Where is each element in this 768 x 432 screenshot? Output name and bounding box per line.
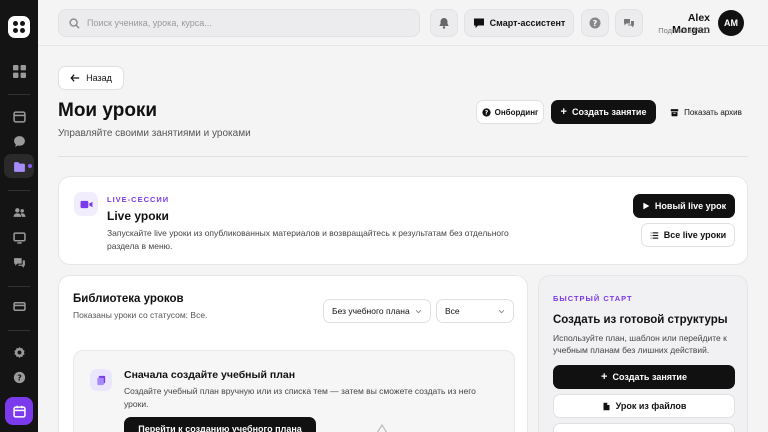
show-archive-button[interactable]: Показать архив (664, 100, 748, 124)
quick-start-title: Создать из готовой структуры (553, 314, 728, 326)
search-icon (69, 18, 80, 29)
empty-state-description: Создайте учебный план вручную или из спи… (124, 386, 476, 409)
app-logo[interactable] (8, 16, 30, 38)
back-button[interactable]: Назад (58, 66, 124, 90)
quick-start-description: Используйте план, шаблон или перейдите к… (553, 333, 727, 355)
all-live-lessons-label: Все live уроки (663, 230, 727, 240)
active-indicator (28, 164, 32, 168)
create-lesson-button[interactable]: + Создать занятие (551, 100, 656, 124)
plus-icon: + (601, 371, 608, 383)
show-archive-label: Показать архив (684, 107, 742, 117)
go-to-plan-creation-label: Перейти к созданию учебного плана (138, 424, 302, 432)
archive-icon (670, 108, 679, 116)
new-live-lesson-button[interactable]: Новый live урок (633, 194, 735, 218)
svg-text:?: ? (17, 372, 22, 382)
header-divider (58, 156, 748, 157)
lesson-from-files-label: Урок из файлов (615, 401, 687, 411)
back-label: Назад (86, 73, 112, 83)
svg-text:?: ? (593, 19, 598, 28)
feedback-icon (624, 19, 634, 28)
live-title: Live уроки (107, 209, 169, 223)
notifications-button[interactable] (430, 9, 458, 37)
quick-start-kicker: БЫСТРЫЙ СТАРТ (553, 294, 633, 303)
new-live-lesson-label: Новый live урок (654, 201, 727, 211)
media-icon[interactable] (10, 228, 28, 246)
quick-action-button[interactable] (553, 423, 735, 432)
library-subtitle: Показаны уроки со статусом: Все. (73, 310, 208, 320)
lesson-from-files-button[interactable]: Урок из файлов (553, 394, 735, 418)
quick-create-lesson-button[interactable]: + Создать занятие (553, 365, 735, 389)
top-bar: Смарт-ассистент ? Alex Morgan Подписка P… (38, 0, 768, 46)
avatar[interactable]: AM (718, 10, 744, 36)
dashboard-icon[interactable] (10, 62, 28, 80)
chevron-down-icon (415, 309, 422, 313)
svg-text:?: ? (484, 109, 488, 116)
onboarding-button[interactable]: ? Онбординг (476, 100, 544, 124)
quick-create-lesson-label: Создать занятие (612, 372, 687, 382)
live-sessions-card: LIVE-СЕССИИ Live уроки Запускайте live у… (58, 176, 748, 265)
video-icon (74, 192, 98, 216)
bell-icon (439, 18, 449, 29)
status-select-value: Все (445, 306, 460, 316)
help-icon: ? (589, 17, 601, 29)
file-icon (603, 402, 610, 410)
messages-icon[interactable] (10, 253, 28, 271)
smart-assistant-label: Смарт-ассистент (489, 18, 566, 28)
empty-state-panel: Сначала создайте учебный план Создайте у… (73, 350, 515, 432)
arrow-left-icon (70, 74, 80, 82)
plan-select[interactable]: Без учебного плана (323, 299, 431, 323)
sidebar: ? (0, 0, 38, 432)
plan-icon (90, 369, 112, 391)
illustration-icon (376, 423, 388, 432)
help-button[interactable]: ? (581, 9, 609, 37)
onboarding-label: Онбординг (494, 107, 539, 117)
search-input[interactable] (87, 10, 407, 36)
folder-icon[interactable] (10, 157, 28, 175)
chat-icon[interactable] (10, 132, 28, 150)
calendar-icon[interactable] (10, 107, 28, 125)
settings-icon[interactable] (10, 343, 28, 361)
live-description: Запускайте live уроки из опубликованных … (107, 228, 509, 251)
students-icon[interactable] (10, 203, 28, 221)
user-plan: Подписка PRO (658, 26, 710, 35)
search-box[interactable] (58, 9, 420, 37)
help-icon[interactable]: ? (10, 368, 28, 386)
go-to-plan-creation-button[interactable]: Перейти к созданию учебного плана (124, 417, 316, 432)
live-kicker: LIVE-СЕССИИ (107, 195, 170, 204)
quick-start-card: БЫСТРЫЙ СТАРТ Создать из готовой структу… (538, 275, 748, 432)
library-title: Библиотека уроков (73, 293, 184, 305)
empty-state-title: Сначала создайте учебный план (124, 369, 296, 381)
smart-assistant-button[interactable]: Смарт-ассистент (464, 9, 574, 37)
chevron-down-icon (498, 309, 505, 313)
chat-icon (473, 18, 484, 28)
lesson-library-card: Библиотека уроков Показаны уроки со стат… (58, 275, 528, 432)
billing-icon[interactable] (10, 297, 28, 315)
all-live-lessons-button[interactable]: Все live уроки (641, 223, 735, 247)
help-icon: ? (482, 107, 491, 117)
play-icon (643, 202, 650, 210)
page-subtitle: Управляйте своими занятиями и уроками (58, 128, 251, 139)
page-title: Мои уроки (58, 100, 158, 121)
calendar-shortcut-button[interactable] (5, 397, 33, 425)
plan-select-value: Без учебного плана (332, 306, 410, 316)
list-icon (650, 231, 659, 239)
status-select[interactable]: Все (436, 299, 514, 323)
create-lesson-label: Создать занятие (571, 107, 647, 117)
plus-icon: + (560, 106, 567, 118)
